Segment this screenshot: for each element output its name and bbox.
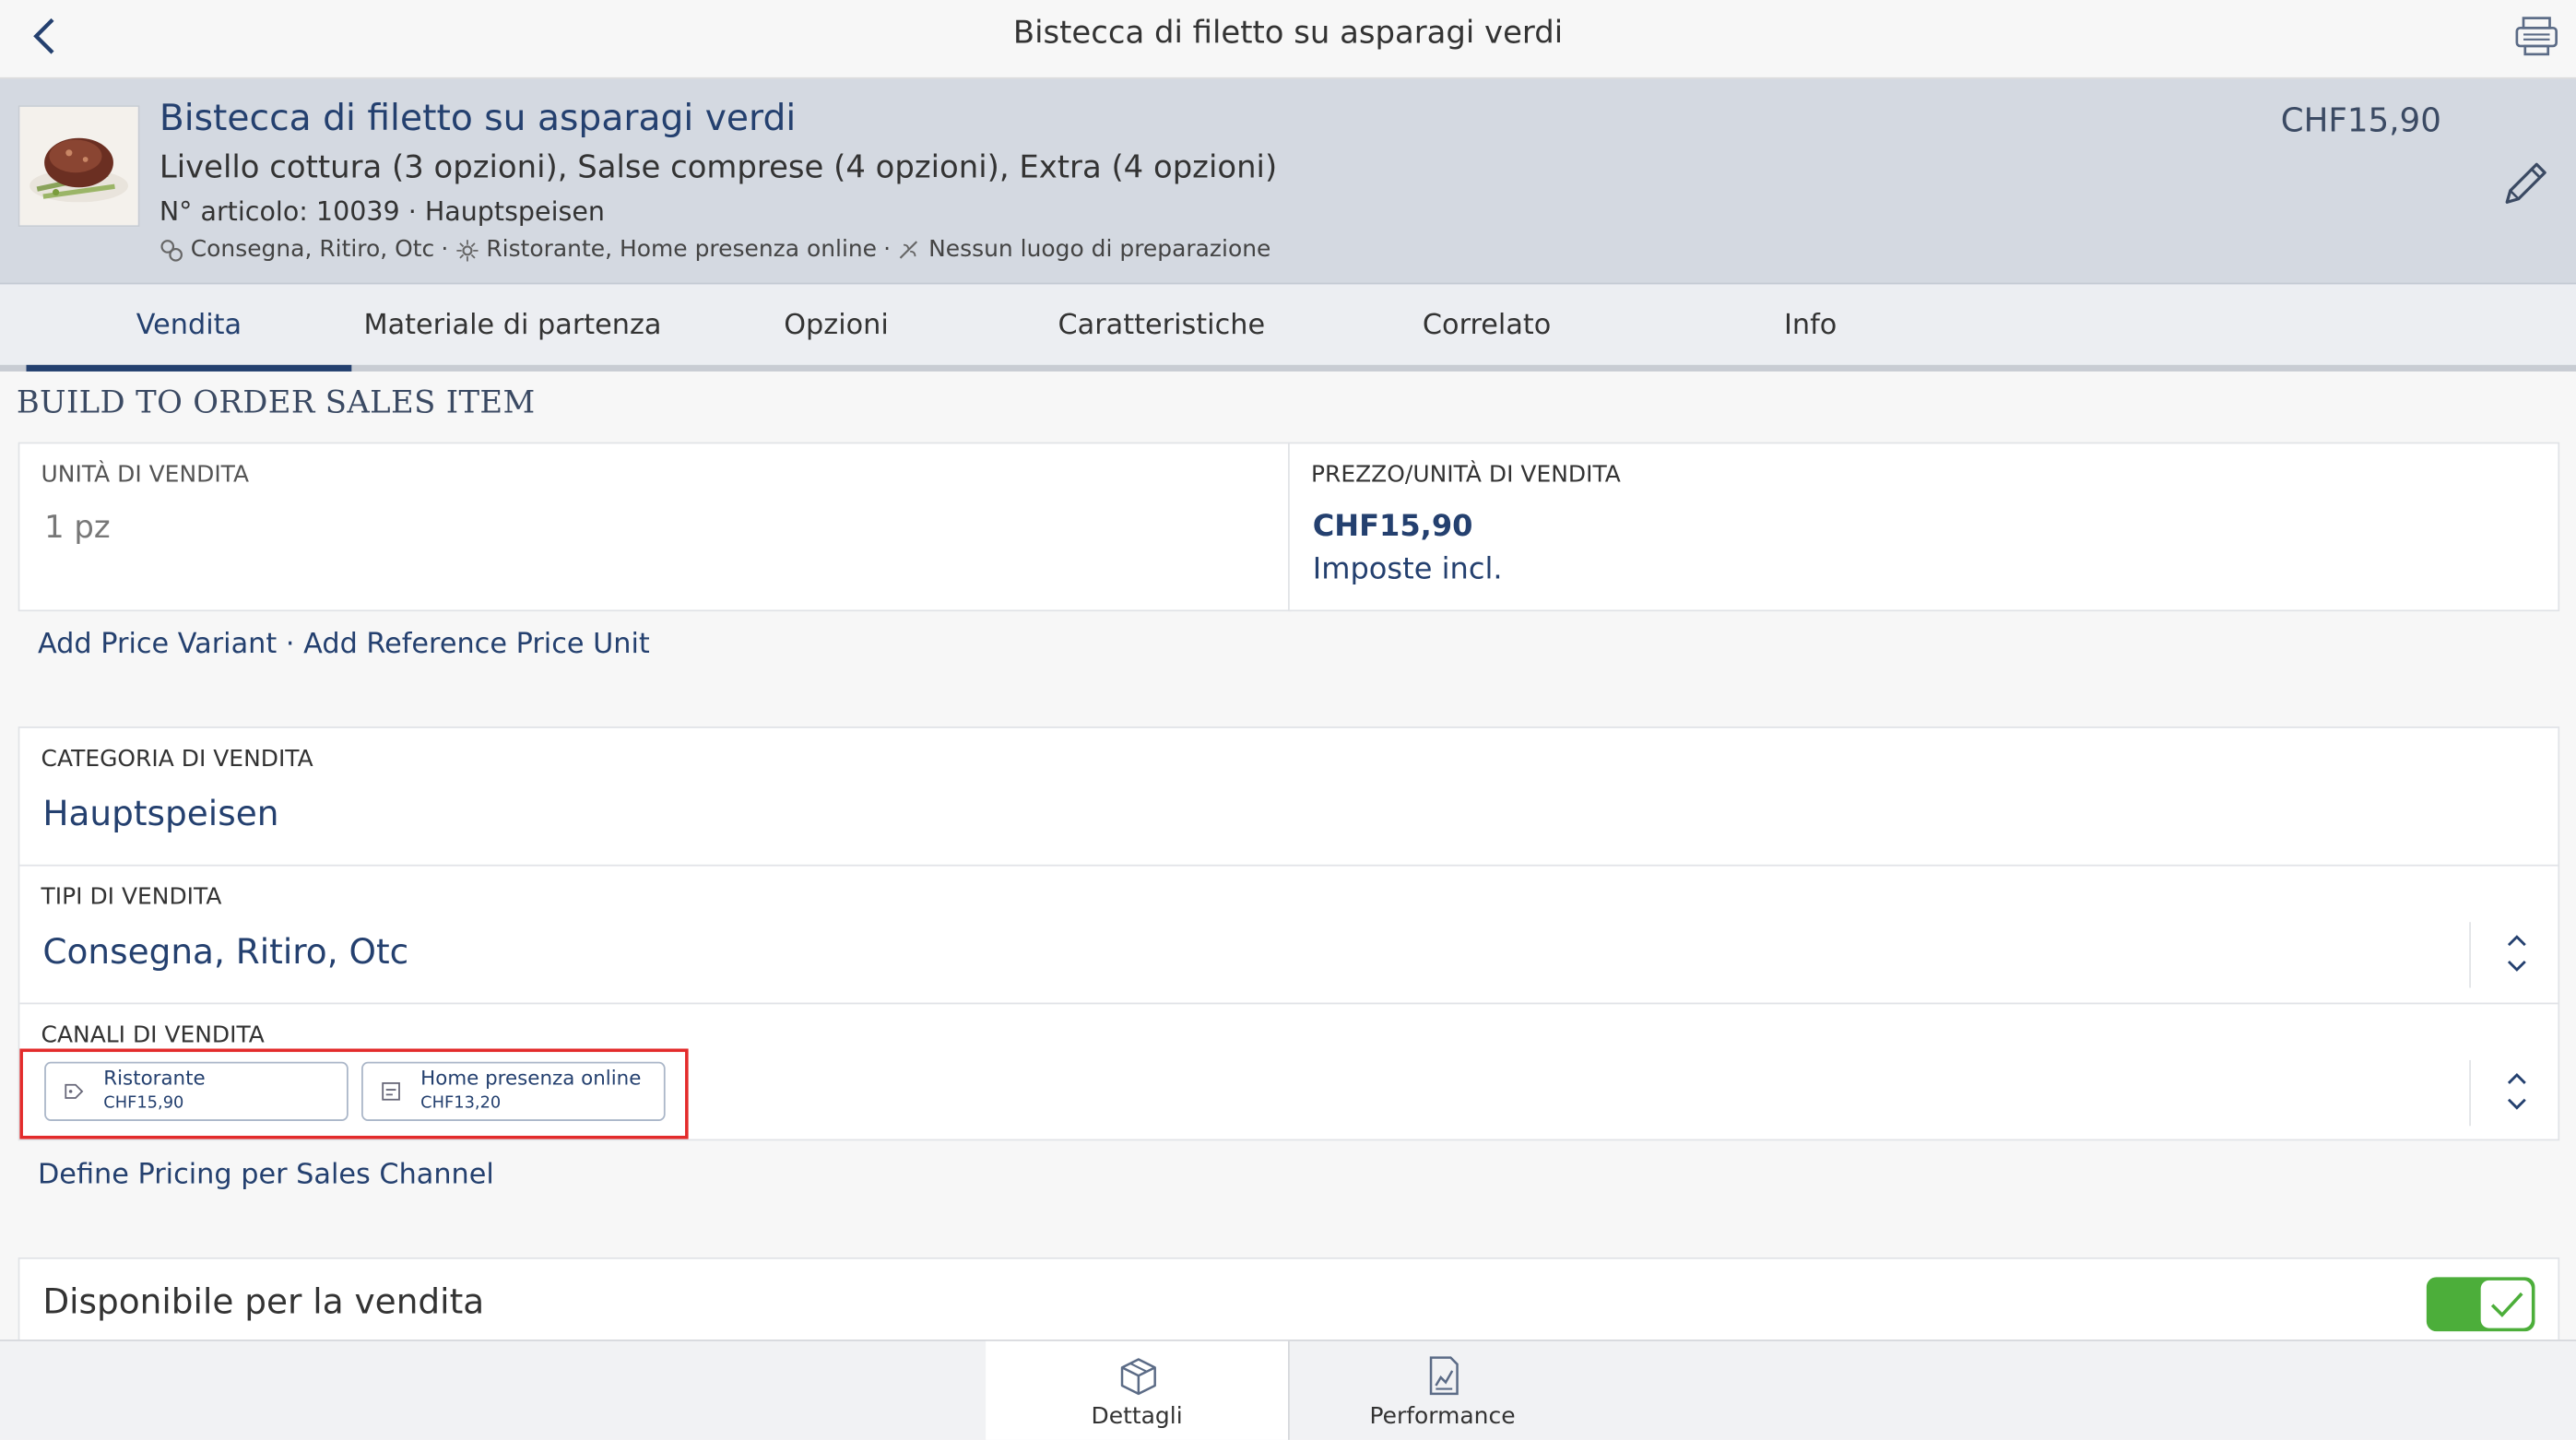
item-description: Livello cottura (3 opzioni), Salse compr… [159,149,1278,186]
channels-label: CANALI DI VENDITA [41,1021,265,1049]
unit-value: 1 pz [44,509,111,546]
define-pricing-link[interactable]: Define Pricing per Sales Channel [38,1159,494,1192]
price-field[interactable]: PREZZO/UNITÀ DI VENDITA CHF15,90 Imposte… [1288,442,2560,612]
edit-button[interactable] [2497,156,2553,212]
channel-chip-home-presenza-online[interactable]: Home presenza online CHF13,20 [361,1061,666,1121]
price-value: CHF15,90 [1312,509,1473,545]
box-icon [1120,1358,1156,1396]
item-name: Bistecca di filetto su asparagi verdi [159,98,797,140]
bottom-tab-bar: Dettagli Performance [0,1340,2576,1440]
chip-price: CHF15,90 [103,1094,184,1114]
bottom-tab-performance[interactable]: Performance [1292,1341,1594,1440]
page-title: Bistecca di filetto su asparagi verdi [1012,15,1564,52]
channels-stepper[interactable] [2469,1059,2563,1127]
tab-materiale-di-partenza[interactable]: Materiale di partenza [350,284,676,364]
pencil-icon [2505,162,2546,204]
item-sales-types: Consegna, Ritiro, Otc [190,236,435,264]
bottom-tab-label: Performance [1369,1403,1516,1431]
steak-image [19,106,138,226]
price-links: Add Price Variant · Add Reference Price … [38,628,650,661]
tab-bar: Vendita Materiale di partenza Opzioni Ca… [0,284,2576,372]
category-field[interactable]: CATEGORIA DI VENDITA Hauptspeisen [19,728,2558,867]
available-label: Disponibile per la vendita [42,1281,485,1322]
channel-tag-icon [65,1083,84,1099]
channel-web-icon [382,1082,400,1101]
item-price: CHF15,90 [2280,100,2441,140]
divider [1288,1340,1290,1440]
sales-types-field: TIPI DI VENDITA Consegna, Ritiro, Otc [19,867,2558,1005]
item-header: Bistecca di filetto su asparagi verdi Li… [0,78,2576,285]
sales-types-label: TIPI DI VENDITA [41,884,222,911]
item-tags: Consegna, Ritiro, Otc · Ristorante, Home… [160,236,1271,264]
app-screen: Bistecca di filetto su asparagi verdi Bi… [0,0,2576,1440]
tab-caratteristiche[interactable]: Caratteristiche [998,284,1324,364]
unit-field[interactable]: UNITÀ DI VENDITA 1 pz [18,442,1292,612]
price-label: PREZZO/UNITÀ DI VENDITA [1310,461,1621,489]
add-reference-price-unit-link[interactable]: Add Reference Price Unit [303,628,650,661]
category-value: Hauptspeisen [42,794,279,833]
separator: · [441,236,449,264]
separator: · [277,628,304,661]
chip-price: CHF13,20 [420,1094,502,1114]
check-icon [2490,1292,2523,1317]
unit-label: UNITÀ DI VENDITA [41,461,250,489]
bottom-tab-dettagli[interactable]: Dettagli [986,1340,1289,1440]
available-toggle[interactable] [2426,1277,2535,1332]
printer-icon [2515,17,2558,56]
sales-types-value: Consegna, Ritiro, Otc [42,931,409,972]
item-thumbnail [18,105,140,228]
top-bar: Bistecca di filetto su asparagi verdi [0,0,2576,79]
tab-vendita[interactable]: Vendita [26,284,352,372]
preparation-icon [900,240,918,258]
item-preparation: Nessun luogo di preparazione [928,236,1271,264]
bottom-tab-label: Dettagli [1091,1403,1183,1431]
channel-icon [456,239,479,261]
tab-correlato[interactable]: Correlato [1324,284,1649,364]
chevron-up-down-icon [2507,935,2526,972]
sales-types-stepper[interactable] [2469,922,2563,988]
toggle-knob [2480,1280,2532,1328]
add-price-variant-link[interactable]: Add Price Variant [38,628,277,661]
sales-type-icon [160,239,183,261]
separator: · [883,236,892,264]
chart-icon [1429,1356,1459,1396]
tab-info[interactable]: Info [1648,284,1973,364]
item-meta: N° articolo: 10039 · Hauptspeisen [159,195,605,228]
category-label: CATEGORIA DI VENDITA [41,746,313,773]
printer-button[interactable] [2513,15,2559,57]
chip-name: Home presenza online [420,1067,642,1091]
channel-chip-ristorante[interactable]: Ristorante CHF15,90 [44,1061,349,1121]
item-channels: Ristorante, Home presenza online [486,236,878,264]
price-note: Imposte incl. [1312,552,1503,587]
chip-name: Ristorante [103,1067,206,1091]
tab-opzioni[interactable]: Opzioni [674,284,999,364]
section-title: BUILD TO ORDER SALES ITEM [16,384,536,421]
chevron-up-down-icon [2507,1072,2526,1110]
